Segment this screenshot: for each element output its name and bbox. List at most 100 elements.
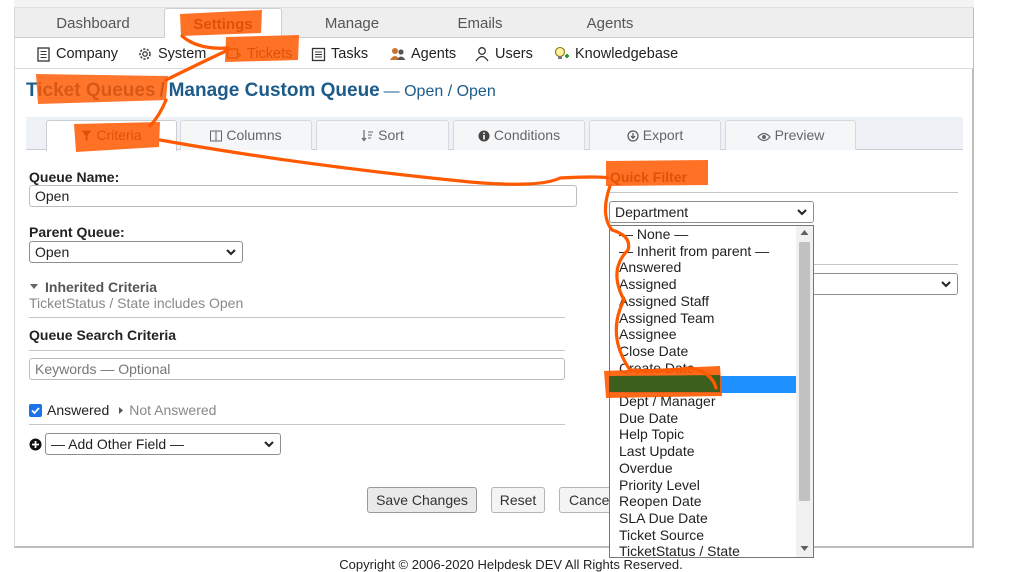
- add-other-field-value: — Add Other Field —: [51, 436, 185, 452]
- dropdown-option[interactable]: Close Date: [611, 343, 797, 360]
- subnav-system-label: System: [158, 46, 207, 62]
- save-changes-button[interactable]: Save Changes: [367, 487, 477, 513]
- dropdown-option[interactable]: Assignee: [611, 326, 797, 343]
- answered-checkbox[interactable]: [29, 403, 42, 417]
- dropdown-option[interactable]: Assigned Team: [611, 310, 797, 327]
- reset-button[interactable]: Reset: [491, 487, 545, 513]
- header-strip: [14, 0, 974, 8]
- gear-icon: [139, 48, 151, 60]
- subnav-agents-label: Agents: [411, 46, 457, 62]
- main-tab-agents[interactable]: Agents: [554, 8, 666, 38]
- default-sort-select[interactable]: [800, 273, 958, 295]
- dropdown-option[interactable]: TicketStatus / State: [611, 543, 797, 557]
- not-answered-toggle[interactable]: Not Answered: [129, 402, 216, 418]
- subnav-system[interactable]: System: [137, 43, 206, 65]
- chevron-down-icon: [264, 441, 274, 448]
- dropdown-option[interactable]: — None —: [611, 226, 797, 243]
- tab-criteria[interactable]: Criteria: [46, 120, 177, 151]
- subnav-knowledgebase[interactable]: Knowledgebase: [553, 43, 678, 65]
- export-icon: [627, 130, 639, 142]
- subnav-users[interactable]: Users: [474, 43, 533, 65]
- scroll-up-icon[interactable]: [800, 229, 809, 236]
- dropdown-option[interactable]: Assigned Staff: [611, 293, 797, 310]
- main-tab-emails[interactable]: Emails: [424, 8, 536, 38]
- footer-copyright: Copyright © 2006-2020 Helpdesk DEV All R…: [339, 557, 683, 572]
- main-tab-settings[interactable]: Settings: [164, 8, 282, 38]
- tab-columns[interactable]: Columns: [180, 120, 312, 150]
- users-icon: [475, 47, 489, 62]
- dropdown-option[interactable]: Help Topic: [611, 426, 797, 443]
- subnav-users-label: Users: [495, 46, 533, 62]
- dropdown-option[interactable]: SLA Due Date: [611, 510, 797, 527]
- page-heading: Ticket Queues / Manage Custom Queue — Op…: [26, 78, 496, 104]
- answered-label: Answered: [47, 402, 110, 418]
- tab-export-label: Export: [642, 127, 684, 143]
- chevron-down-icon: [226, 249, 236, 256]
- caret-right-icon: [119, 406, 124, 414]
- agents-icon: [390, 48, 406, 60]
- tab-export[interactable]: Export: [589, 120, 721, 150]
- tab-preview[interactable]: Preview: [725, 120, 856, 150]
- info-icon: [478, 130, 490, 142]
- quick-filter-dropdown-list[interactable]: — None — — Inherit from parent — Answere…: [609, 225, 814, 558]
- tab-conditions-label: Conditions: [493, 127, 561, 143]
- main-tab-manage[interactable]: Manage: [296, 8, 408, 38]
- filter-icon: [81, 130, 92, 141]
- divider: [814, 264, 958, 265]
- keywords-input[interactable]: Keywords — Optional: [29, 358, 565, 380]
- add-circle-icon[interactable]: [29, 438, 42, 451]
- dropdown-option[interactable]: Assigned: [611, 276, 797, 293]
- scroll-down-icon[interactable]: [800, 545, 809, 552]
- answered-filter: Answered Not Answered: [29, 402, 216, 418]
- page-title: Manage Custom Queue: [168, 80, 380, 101]
- inherited-criteria-label: Inherited Criteria: [45, 279, 158, 295]
- add-other-field-select[interactable]: — Add Other Field —: [45, 433, 281, 455]
- tab-conditions[interactable]: Conditions: [453, 120, 585, 150]
- inherited-criteria-toggle[interactable]: Inherited Criteria: [29, 279, 157, 295]
- subnav-tasks[interactable]: Tasks: [311, 43, 368, 65]
- tab-preview-label: Preview: [774, 127, 825, 143]
- parent-queue-label: Parent Queue:: [29, 224, 125, 240]
- company-icon: [37, 46, 50, 62]
- knowledgebase-icon: [554, 46, 569, 59]
- chevron-down-icon: [941, 281, 951, 288]
- dropdown-option[interactable]: Overdue: [611, 460, 797, 477]
- dropdown-option[interactable]: Dept / Manager: [611, 393, 797, 410]
- dropdown-option[interactable]: Priority Level: [611, 477, 797, 494]
- dropdown-option[interactable]: Create Date: [611, 360, 797, 377]
- subnav-company-label: Company: [56, 46, 119, 62]
- tasks-icon: [311, 47, 326, 61]
- tab-criteria-label: Criteria: [96, 127, 142, 143]
- dropdown-option[interactable]: Reopen Date: [611, 493, 797, 510]
- quick-filter-label: Quick Filter: [610, 169, 688, 185]
- dropdown-option[interactable]: — Inherit from parent —: [611, 243, 797, 260]
- subnav-agents[interactable]: Agents: [389, 43, 456, 65]
- parent-queue-value: Open: [35, 244, 70, 260]
- queue-name-input[interactable]: Open: [29, 185, 577, 207]
- quick-filter-select[interactable]: Department: [609, 201, 814, 223]
- queue-search-criteria-label: Queue Search Criteria: [29, 327, 177, 343]
- subnav-tickets[interactable]: Tickets: [226, 43, 292, 65]
- tab-sort[interactable]: Sort: [316, 120, 449, 150]
- dropdown-scrollbar-thumb[interactable]: [799, 242, 810, 501]
- dropdown-option[interactable]: Last Update: [611, 443, 797, 460]
- divider: [609, 192, 958, 193]
- breadcrumb-ticket-queues[interactable]: Ticket Queues: [26, 80, 156, 101]
- dropdown-option-selected[interactable]: Department: [611, 376, 797, 393]
- tab-columns-label: Columns: [226, 127, 282, 143]
- subnav-company[interactable]: Company: [36, 43, 118, 65]
- dropdown-option[interactable]: Due Date: [611, 410, 797, 427]
- subnav-tickets-label: Tickets: [247, 46, 293, 62]
- chevron-down-icon: [797, 209, 807, 216]
- quick-filter-value: Department: [615, 204, 689, 220]
- page-subtitle: — Open / Open: [383, 83, 496, 100]
- parent-queue-select[interactable]: Open: [29, 241, 243, 263]
- main-tab-dashboard[interactable]: Dashboard: [37, 8, 149, 38]
- dropdown-option[interactable]: Ticket Source: [611, 527, 797, 544]
- caret-down-icon: [30, 284, 38, 289]
- subnav-knowledgebase-label: Knowledgebase: [575, 46, 679, 62]
- eye-icon: [756, 132, 771, 142]
- dropdown-option[interactable]: Answered: [611, 259, 797, 276]
- breadcrumb-separator: /: [159, 80, 165, 101]
- divider: [29, 424, 565, 425]
